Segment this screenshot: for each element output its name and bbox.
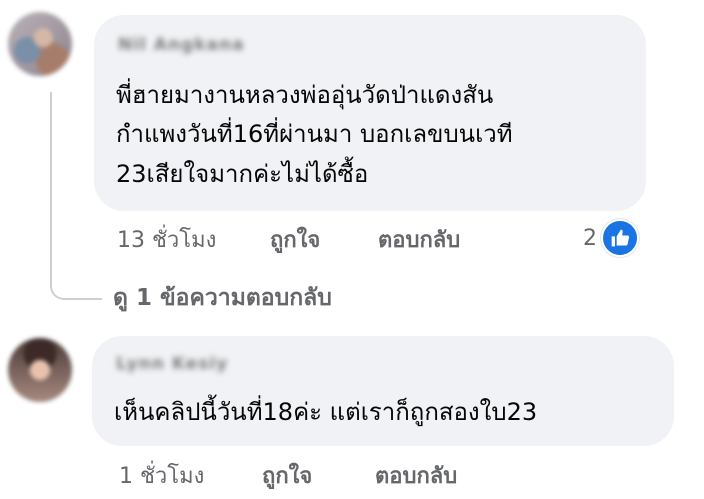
reply-button[interactable]: ตอบกลับ — [378, 222, 460, 257]
reply-button[interactable]: ตอบกลับ — [375, 458, 457, 493]
comment-bubble: Lynn Kesiy เห็นคลิปนี้วันที่18ค่ะ แต่เรา… — [92, 336, 674, 446]
comment-text-line: เห็นคลิปนี้วันที่18ค่ะ แต่เราก็ถูกสองใบ2… — [114, 398, 538, 426]
comment-text-line: 23เสียใจมากค่ะไม่ได้ซื้อ — [116, 160, 369, 188]
comment-text-line: กำแพงวันที่16ที่ผ่านมา บอกเลขบนเวที — [116, 120, 513, 148]
reaction-summary[interactable]: 2 — [583, 219, 639, 257]
avatar[interactable] — [8, 12, 72, 76]
view-replies-link[interactable]: ดู 1 ข้อความตอบกลับ — [113, 280, 332, 316]
comment-timestamp[interactable]: 1 ชั่วโมง — [119, 458, 204, 493]
comment-timestamp[interactable]: 13 ชั่วโมง — [117, 222, 216, 257]
avatar[interactable] — [8, 338, 72, 402]
like-button[interactable]: ถูกใจ — [270, 222, 320, 257]
like-icon — [601, 219, 639, 257]
comment-bubble: Nil Angkana พี่ฮายมางานหลวงพ่ออุ่นวัดป่า… — [94, 15, 646, 211]
comment-author[interactable]: Nil Angkana — [118, 35, 245, 55]
reaction-count: 2 — [583, 225, 597, 251]
comment-text-line: พี่ฮายมางานหลวงพ่ออุ่นวัดป่าแดงสัน — [116, 81, 494, 109]
like-button[interactable]: ถูกใจ — [262, 458, 312, 493]
comment-author[interactable]: Lynn Kesiy — [116, 354, 228, 374]
